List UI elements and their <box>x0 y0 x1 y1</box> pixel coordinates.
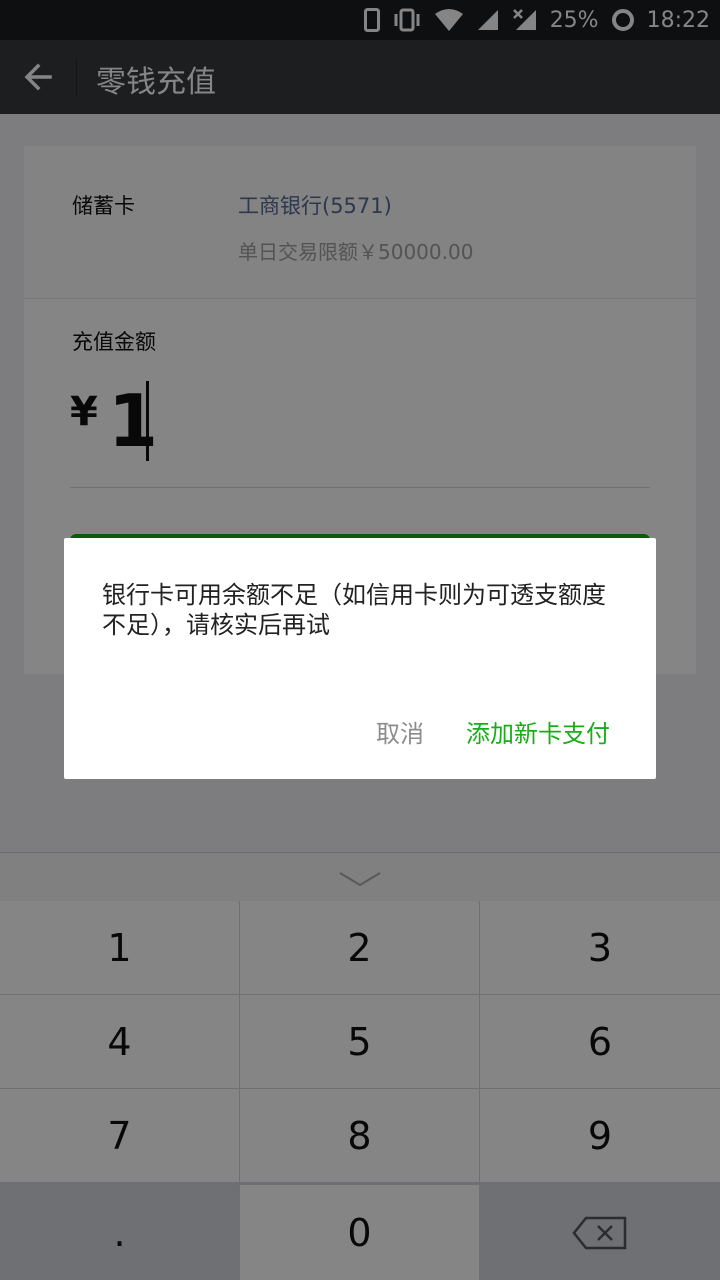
dialog-message: 银行卡可用余额不足（如信用卡则为可透支额度不足），请核实后再试 <box>102 581 606 639</box>
cancel-button[interactable]: 取消 <box>376 714 424 749</box>
add-new-card-button[interactable]: 添加新卡支付 <box>466 714 610 749</box>
insufficient-balance-dialog: 银行卡可用余额不足（如信用卡则为可透支额度不足），请核实后再试 取消 添加新卡支… <box>64 538 656 779</box>
